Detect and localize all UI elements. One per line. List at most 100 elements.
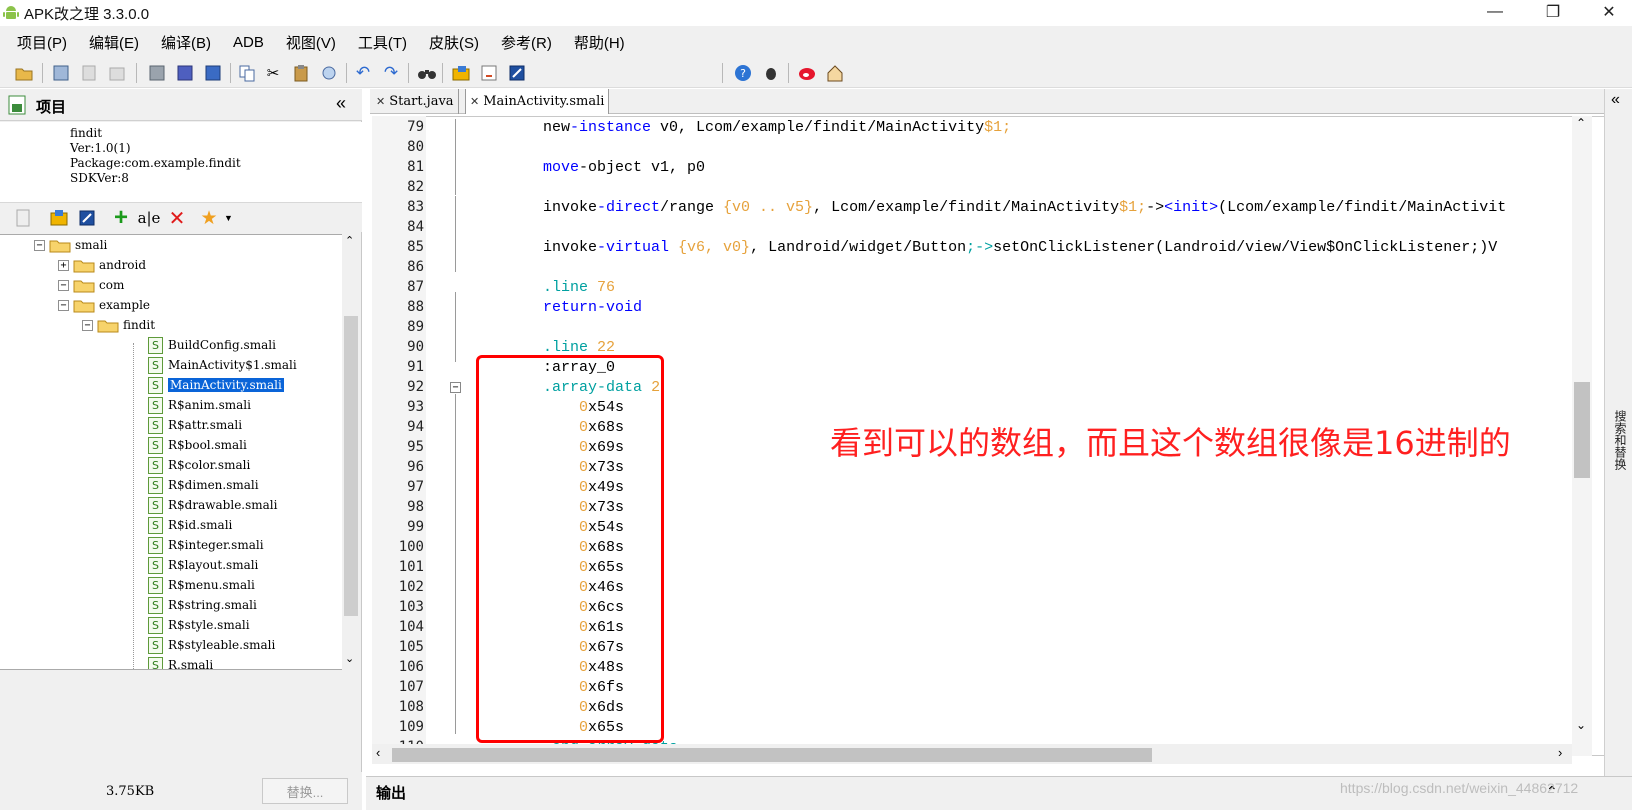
menu-help[interactable]: 帮助(H) [563, 32, 636, 53]
tab-start-java[interactable]: ✕ Start.java [372, 89, 459, 114]
sign-button[interactable] [506, 62, 528, 84]
tree-folder[interactable]: − smali [34, 235, 107, 255]
tree-folder[interactable]: − findit [82, 315, 155, 335]
tree-folder[interactable]: + android [58, 255, 146, 275]
code-line[interactable]: move-object v1, p0 [507, 159, 705, 176]
close-tab-icon[interactable]: ✕ [376, 95, 385, 108]
tree-scroll-thumb[interactable] [344, 316, 358, 616]
code-line[interactable]: invoke-virtual {v6, v0}, Landroid/widget… [507, 239, 1497, 256]
restore-button[interactable]: ❐ [1530, 0, 1576, 24]
menu-edit[interactable]: 编辑(E) [78, 32, 150, 53]
editor-vscroll-thumb[interactable] [1574, 382, 1590, 478]
fold-guide [455, 394, 456, 734]
menu-adb[interactable]: ADB [222, 34, 275, 51]
collapse-icon[interactable]: − [34, 239, 45, 251]
help-button[interactable]: ? [732, 62, 754, 84]
tree-delete-button[interactable]: ✕ [166, 207, 188, 230]
tree-file[interactable]: S R$color.smali [148, 455, 250, 475]
menu-skin[interactable]: 皮肤(S) [418, 32, 490, 53]
fold-guide [455, 157, 456, 195]
chevron-down-icon[interactable]: ▼ [224, 213, 233, 223]
close-window-button[interactable]: ✕ [1586, 0, 1632, 24]
tree-sign-button[interactable] [76, 207, 98, 229]
tree-file[interactable]: S MainActivity$1.smali [148, 355, 297, 375]
debug-button[interactable] [760, 62, 782, 84]
fold-toggle-icon[interactable]: − [450, 382, 461, 393]
editor-hscroll-thumb[interactable] [392, 748, 1152, 762]
scroll-right-icon[interactable]: › [1558, 745, 1562, 760]
minimize-button[interactable]: — [1472, 0, 1518, 24]
tree-folder[interactable]: − example [58, 295, 150, 315]
tree-file[interactable]: S R.smali [148, 655, 213, 669]
copy-button[interactable] [236, 62, 258, 84]
cut-button[interactable]: ✂ [262, 62, 284, 84]
close-tab-icon[interactable]: ✕ [470, 95, 479, 108]
scroll-down-icon[interactable]: ⌄ [345, 652, 354, 665]
collapse-icon[interactable]: − [58, 299, 69, 311]
tree-refresh-button[interactable] [12, 207, 34, 229]
tree-file[interactable]: S R$id.smali [148, 515, 232, 535]
save-button[interactable] [146, 62, 168, 84]
build-button[interactable] [50, 62, 72, 84]
code-line[interactable]: invoke-direct/range {v0 .. v5}, Lcom/exa… [507, 199, 1506, 216]
open-apk-button[interactable] [450, 62, 472, 84]
expand-icon[interactable]: + [58, 259, 69, 271]
tree-file[interactable]: S R$menu.smali [148, 575, 255, 595]
tree-rename-button[interactable]: a|e [138, 207, 161, 229]
line-number: 100 [398, 539, 424, 555]
code-line[interactable]: new-instance v0, Lcom/example/findit/Mai… [507, 119, 1011, 136]
paste-button[interactable] [290, 62, 312, 84]
menu-build[interactable]: 编译(B) [150, 32, 222, 53]
toolbar-disabled-1[interactable] [78, 62, 100, 84]
tree-favorites-button[interactable]: ★ [198, 207, 220, 229]
tab-mainactivity-smali[interactable]: ✕ MainActivity.smali [465, 89, 610, 114]
menu-view[interactable]: 视图(V) [275, 32, 347, 53]
code-line[interactable]: .line 22 [507, 339, 615, 356]
open-project-button[interactable] [14, 62, 36, 84]
search-replace-side-tab[interactable]: 搜索和替换 [1612, 410, 1629, 470]
tree-file[interactable]: S R$integer.smali [148, 535, 264, 555]
toolbar-disabled-2[interactable] [106, 62, 128, 84]
save-all-button[interactable] [174, 62, 196, 84]
tree-open-button[interactable] [48, 207, 70, 229]
home-button[interactable] [824, 62, 846, 84]
tree-file[interactable]: S BuildConfig.smali [148, 335, 276, 355]
title-bar: APK改之理 3.3.0.0 — ❐ ✕ [0, 0, 1632, 24]
redo-button[interactable]: ↷ [380, 62, 402, 84]
tree-file[interactable]: S R$style.smali [148, 615, 250, 635]
tree-folder[interactable]: − com [58, 275, 124, 295]
undo-button[interactable]: ↶ [352, 62, 374, 84]
menu-tools[interactable]: 工具(T) [347, 32, 418, 53]
replace-button[interactable] [318, 62, 340, 84]
code-line[interactable]: .line 76 [507, 279, 615, 296]
project-name: findit [70, 126, 103, 140]
tree-add-button[interactable]: + [110, 206, 132, 230]
tree-file[interactable]: S R$drawable.smali [148, 495, 277, 515]
tree-file[interactable]: S MainActivity.smali [148, 375, 284, 395]
scroll-up-icon[interactable]: ⌃ [345, 234, 354, 247]
replace-dialog-button[interactable]: 替换... [262, 778, 348, 804]
tree-file[interactable]: S R$string.smali [148, 595, 257, 615]
tree-scrollbar[interactable]: ⌃ ⌄ [342, 234, 360, 670]
tree-file[interactable]: S R$layout.smali [148, 555, 258, 575]
tree-file[interactable]: S R$bool.smali [148, 435, 247, 455]
java-button[interactable] [478, 62, 500, 84]
tree-file[interactable]: S R$anim.smali [148, 395, 251, 415]
tree-file[interactable]: S R$attr.smali [148, 415, 242, 435]
collapse-icon[interactable]: − [58, 279, 69, 291]
weibo-button[interactable] [796, 62, 818, 84]
find-button[interactable] [416, 62, 438, 84]
export-button[interactable] [202, 62, 224, 84]
line-number: 107 [398, 679, 424, 695]
expand-panel-icon[interactable]: « [1611, 91, 1620, 109]
collapse-panel-button[interactable]: « [336, 93, 346, 114]
code-line[interactable]: return-void [507, 299, 642, 316]
collapse-icon[interactable]: − [82, 319, 93, 331]
tree-file[interactable]: S R$styleable.smali [148, 635, 275, 655]
menu-reference[interactable]: 参考(R) [490, 32, 563, 53]
scroll-down-icon[interactable]: ⌄ [1576, 718, 1586, 732]
scroll-left-icon[interactable]: ‹ [376, 745, 380, 760]
menu-project[interactable]: 项目(P) [6, 32, 78, 53]
scroll-up-icon[interactable]: ⌃ [1576, 116, 1586, 130]
tree-file[interactable]: S R$dimen.smali [148, 475, 259, 495]
